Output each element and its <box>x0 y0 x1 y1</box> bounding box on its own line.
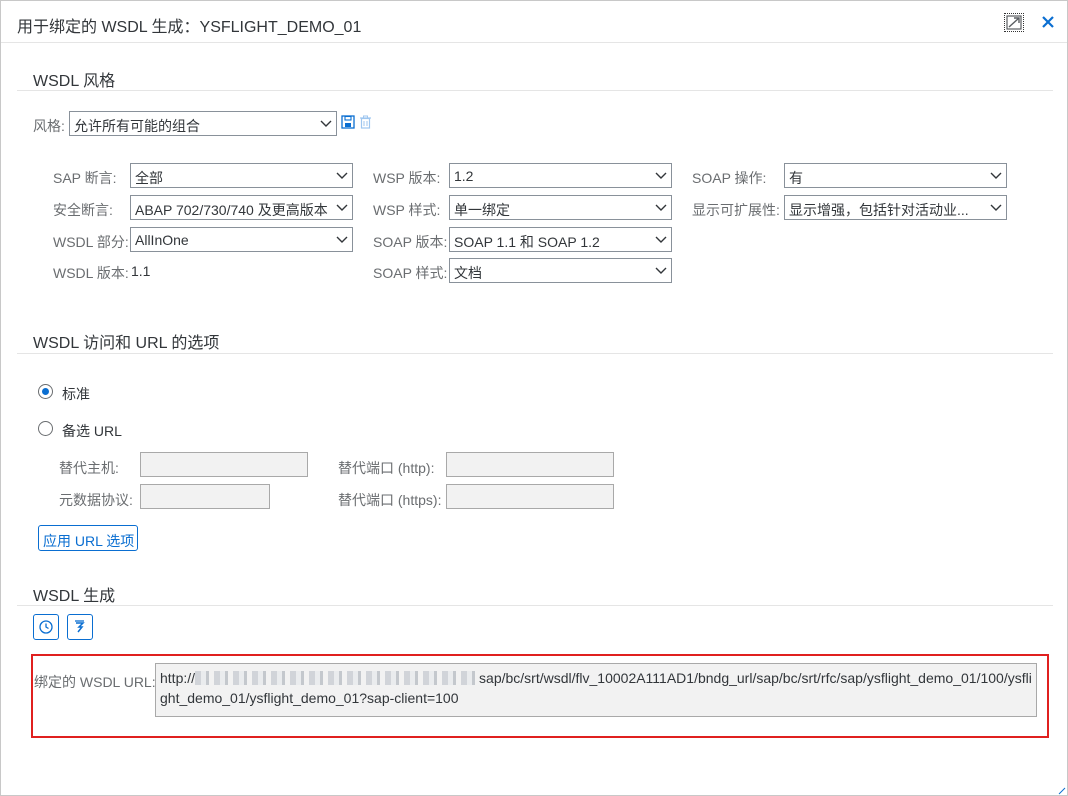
security-assert-value: ABAP 702/730/740 及更高版本 <box>135 202 328 218</box>
wsdl-part-label: WSDL 部分: <box>53 234 129 250</box>
sap-assert-select[interactable]: 全部 <box>130 163 353 188</box>
chevron-down-icon <box>655 267 667 274</box>
section-divider <box>17 90 1053 91</box>
section-divider <box>17 353 1053 354</box>
chevron-down-icon <box>655 236 667 243</box>
url-options-section-title: WSDL 访问和 URL 的选项 <box>33 335 220 352</box>
apply-url-options-button[interactable]: 应用 URL 选项 <box>38 525 138 551</box>
bound-wsdl-url-field[interactable]: http://sap/bc/srt/wsdl/flv_10002A111AD1/… <box>155 663 1037 717</box>
wsp-style-select[interactable]: 单一绑定 <box>449 195 672 220</box>
alt-host-input[interactable] <box>140 452 308 477</box>
security-assert-select[interactable]: ABAP 702/730/740 及更高版本 <box>130 195 353 220</box>
wsp-version-select[interactable]: 1.2 <box>449 163 672 188</box>
dialog-title: 用于绑定的 WSDL 生成：YSFLIGHT_DEMO_01 <box>17 19 362 36</box>
alt-port-https-label: 替代端口 (https): <box>338 492 442 508</box>
soap-style-label: SOAP 样式: <box>373 265 448 281</box>
soap-operation-label: SOAP 操作: <box>692 170 767 186</box>
standard-radio-label: 标准 <box>62 386 90 402</box>
resize-icon <box>1006 15 1022 30</box>
metadata-protocol-label: 元数据协议: <box>59 492 133 508</box>
wsdl-part-select[interactable]: AllInOne <box>130 227 353 252</box>
chevron-down-icon <box>655 204 667 211</box>
resize-grip-icon[interactable] <box>1058 787 1066 795</box>
security-assert-label: 安全断言: <box>53 202 113 218</box>
style-select-value: 允许所有可能的组合 <box>74 118 200 134</box>
sap-assert-label: SAP 断言: <box>53 170 117 186</box>
chevron-down-icon <box>990 204 1002 211</box>
close-icon <box>1042 16 1054 28</box>
wsdl-part-value: AllInOne <box>135 232 189 248</box>
close-button[interactable] <box>1038 12 1058 32</box>
style-label: 风格: <box>33 118 65 134</box>
resize-button[interactable] <box>1004 13 1024 32</box>
extensibility-select[interactable]: 显示增强，包括针对活动业... <box>784 195 1007 220</box>
wsdl-version-label: WSDL 版本: <box>53 265 129 281</box>
alt-host-label: 替代主机: <box>59 460 119 476</box>
chevron-down-icon <box>336 236 348 243</box>
section-divider <box>17 605 1053 606</box>
dialog-titlebar: 用于绑定的 WSDL 生成：YSFLIGHT_DEMO_01 <box>1 1 1067 43</box>
wsdl-version-value: 1.1 <box>131 263 151 279</box>
alt-url-radio[interactable] <box>38 421 53 436</box>
standard-radio[interactable] <box>38 384 53 399</box>
delete-icon[interactable] <box>359 115 372 129</box>
alt-url-radio-label: 备选 URL <box>62 423 122 439</box>
save-icon[interactable] <box>341 115 355 129</box>
redacted-host <box>195 671 480 685</box>
bound-wsdl-url-label: 绑定的 WSDL URL: <box>34 674 156 690</box>
soap-style-value: 文档 <box>454 265 482 281</box>
soap-version-label: SOAP 版本: <box>373 234 448 250</box>
sap-assert-value: 全部 <box>135 170 163 186</box>
alt-port-http-label: 替代端口 (http): <box>338 460 435 476</box>
soap-version-select[interactable]: SOAP 1.1 和 SOAP 1.2 <box>449 227 672 252</box>
bound-wsdl-url-text: http://sap/bc/srt/wsdl/flv_10002A111AD1/… <box>160 668 1034 708</box>
wsp-version-label: WSP 版本: <box>373 170 441 186</box>
alt-port-http-input[interactable] <box>446 452 614 477</box>
alt-port-https-input[interactable] <box>446 484 614 509</box>
soap-style-select[interactable]: 文档 <box>449 258 672 283</box>
run-icon <box>75 620 85 633</box>
url-prefix: http:// <box>160 670 196 686</box>
wsp-version-value: 1.2 <box>454 168 474 184</box>
chevron-down-icon <box>336 204 348 211</box>
chevron-down-icon <box>990 172 1002 179</box>
soap-operation-value: 有 <box>789 170 803 186</box>
clock-icon <box>39 620 53 634</box>
soap-version-value: SOAP 1.1 和 SOAP 1.2 <box>454 234 600 250</box>
wsp-style-value: 单一绑定 <box>454 202 510 218</box>
execute-button[interactable] <box>67 614 93 640</box>
soap-operation-select[interactable]: 有 <box>784 163 1007 188</box>
extensibility-label: 显示可扩展性: <box>692 202 780 218</box>
wsdl-style-section-title: WSDL 风格 <box>33 73 116 90</box>
chevron-down-icon <box>655 172 667 179</box>
wsdl-generation-dialog: 用于绑定的 WSDL 生成：YSFLIGHT_DEMO_01 WSDL 风格 风… <box>0 0 1068 796</box>
metadata-protocol-input[interactable] <box>140 484 270 509</box>
wsp-style-label: WSP 样式: <box>373 202 441 218</box>
style-select[interactable]: 允许所有可能的组合 <box>69 111 337 136</box>
wsdl-generation-section-title: WSDL 生成 <box>33 588 116 605</box>
history-button[interactable] <box>33 614 59 640</box>
chevron-down-icon <box>320 120 332 127</box>
extensibility-value: 显示增强，包括针对活动业... <box>789 202 969 218</box>
chevron-down-icon <box>336 172 348 179</box>
